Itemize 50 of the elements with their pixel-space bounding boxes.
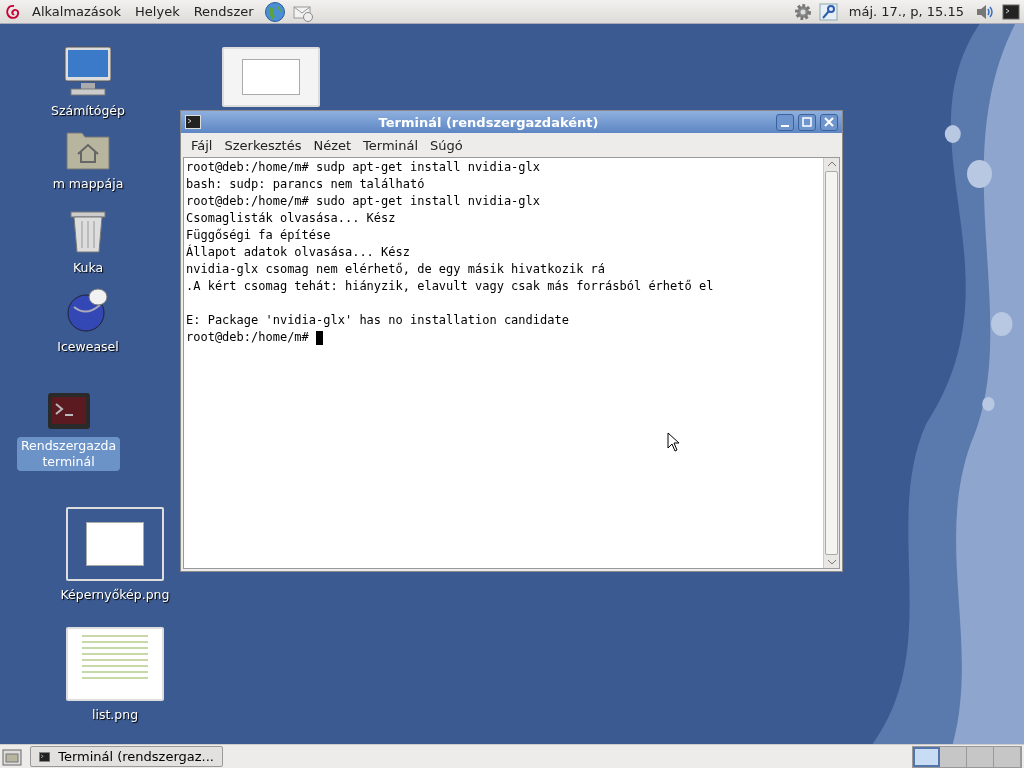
menu-item[interactable]: Fájl bbox=[185, 137, 219, 153]
globe-icon[interactable] bbox=[263, 0, 286, 23]
screenshot-thumbnail[interactable] bbox=[222, 47, 320, 107]
terminal-line: root@deb:/home/m# sudo apt-get install nvidia-glx bbox=[186, 193, 540, 210]
key-icon[interactable] bbox=[818, 1, 839, 22]
desktop-icon[interactable] bbox=[2, 746, 22, 767]
menu-item[interactable]: Súgó bbox=[424, 137, 469, 153]
panel-menu[interactable]: Rendszer bbox=[189, 4, 258, 19]
terminal-line: root@deb:/home/m# sudp apt-get install nvidia-glx bbox=[186, 159, 540, 176]
terminal-line: Függőségi fa építése bbox=[186, 227, 331, 244]
desktop-icon-label[interactable]: Kuka bbox=[69, 259, 107, 277]
mouse-pointer-icon bbox=[667, 432, 680, 452]
terminal-line: nvidia-glx csomag nem elérhető, de egy másik hivatkozik rá bbox=[186, 261, 606, 278]
menu-item[interactable]: Szerkesztés bbox=[218, 137, 308, 153]
scrollbar[interactable] bbox=[823, 158, 839, 568]
computer-icon[interactable] bbox=[63, 45, 113, 97]
window-title: Terminál (rendszergazdaként) bbox=[377, 114, 600, 130]
close-button[interactable] bbox=[820, 113, 838, 131]
menu-item[interactable]: Terminál bbox=[357, 137, 425, 153]
terminal-line: root@deb:/home/m# bbox=[186, 329, 309, 346]
maximize-icon bbox=[802, 117, 812, 127]
terminal-line: Állapot adatok olvasása... Kész bbox=[186, 244, 410, 261]
desktop-icon-label[interactable]: Számítógép bbox=[48, 102, 128, 120]
desktop-icon-label[interactable]: Iceweasel bbox=[54, 338, 122, 356]
gear-icon[interactable] bbox=[792, 1, 813, 22]
taskbar-button[interactable]: Terminál (rendszergaz... bbox=[30, 746, 223, 767]
clock-text[interactable]: máj. 17., p, 15.15 bbox=[844, 4, 968, 19]
desktop-icon-label[interactable]: Képernyőkép.png bbox=[57, 586, 173, 604]
terminal-line: Csomaglisták olvasása... Kész bbox=[186, 210, 396, 227]
globe-icon[interactable] bbox=[66, 287, 110, 333]
panel-menu[interactable]: Alkalmazások bbox=[28, 4, 126, 19]
screenshot-thumbnail[interactable] bbox=[66, 507, 164, 581]
terminal-icon[interactable] bbox=[46, 392, 91, 432]
menu-item[interactable]: Nézet bbox=[307, 137, 358, 153]
minimize-icon bbox=[781, 124, 789, 127]
maximize-button[interactable] bbox=[798, 113, 816, 131]
panel-menu[interactable]: Helyek bbox=[131, 4, 184, 19]
swirl-logo-icon[interactable] bbox=[4, 2, 22, 21]
document-thumbnail[interactable] bbox=[66, 627, 164, 701]
terminal-line: bash: sudp: parancs nem található bbox=[186, 176, 425, 193]
terminal-icon bbox=[39, 749, 51, 764]
desktop-icon-label[interactable]: list.png bbox=[88, 706, 142, 724]
terminal-icon[interactable] bbox=[185, 115, 201, 129]
workspace-button[interactable] bbox=[913, 746, 940, 767]
terminal-line: .A kért csomag tehát: hiányzik, elavult vagy csak más forrásból érhető el bbox=[186, 278, 714, 295]
minimize-button[interactable] bbox=[776, 113, 794, 131]
close-icon bbox=[824, 117, 834, 127]
terminal-line: E: Package 'nvidia-glx' has no installation candidate bbox=[186, 312, 569, 329]
desktop-icon-label[interactable]: m mappája bbox=[49, 175, 127, 193]
terminal-icon[interactable] bbox=[1002, 2, 1020, 21]
